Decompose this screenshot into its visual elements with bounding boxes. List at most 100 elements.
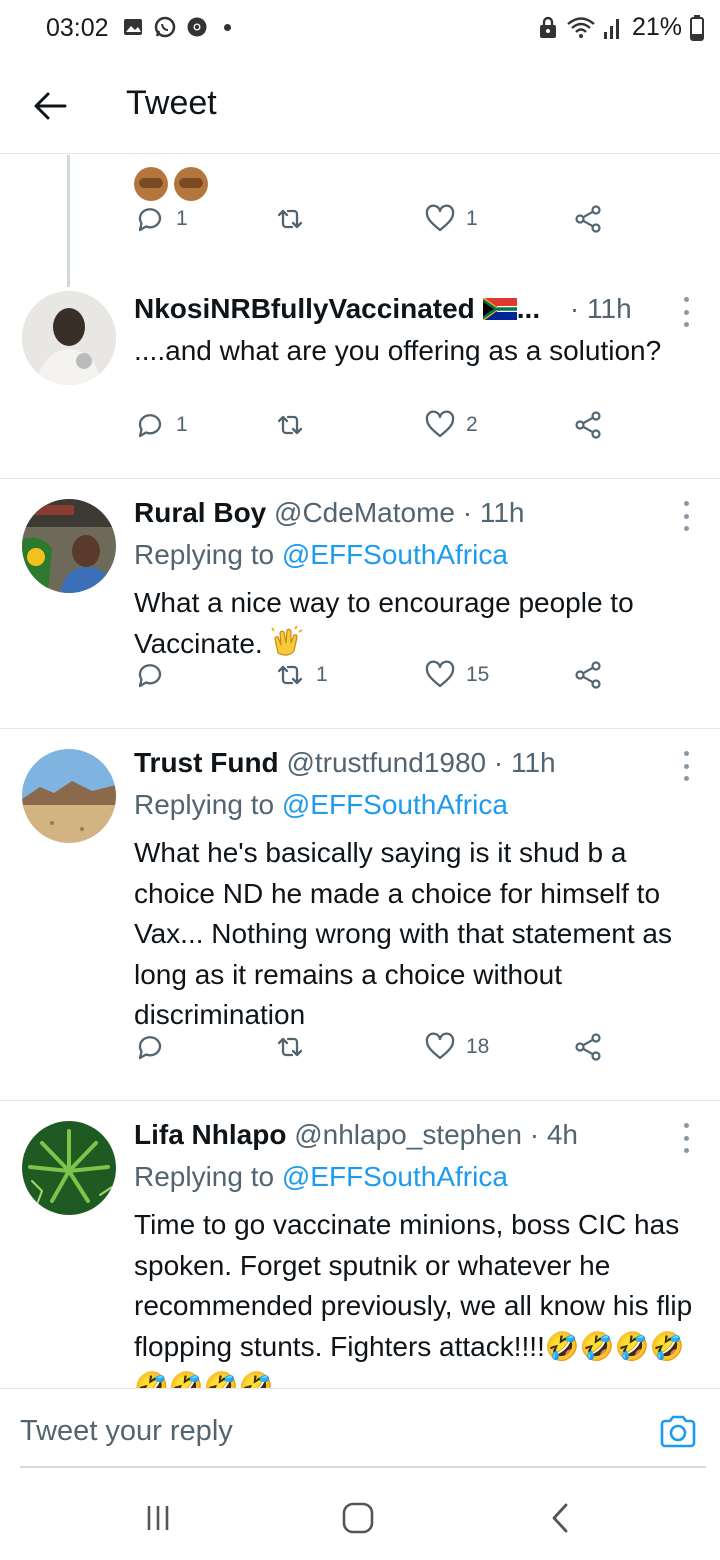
notification-icons <box>122 16 231 38</box>
tweet-header: Lifa Nhlapo @nhlapo_stephen · 4h <box>134 1119 680 1151</box>
gallery-icon <box>124 19 142 35</box>
status-right: 21% <box>538 13 704 42</box>
more-notifications-dot <box>224 23 231 31</box>
more-options-button[interactable] <box>680 1123 692 1153</box>
replying-to-label: Replying to <box>134 1161 282 1192</box>
chrome-icon <box>187 17 207 37</box>
reply-tweet[interactable]: Lifa Nhlapo @nhlapo_stephen · 4h Replyin… <box>0 1101 720 1388</box>
retweet-icon <box>277 665 303 685</box>
tweet-header: Rural Boy @CdeMatome · 11h <box>134 497 680 529</box>
like-button[interactable]: 18 <box>424 1031 489 1063</box>
like-count: 18 <box>466 1035 490 1058</box>
status-bar: 03:02 21% <box>0 0 720 58</box>
retweet-button[interactable] <box>274 409 316 441</box>
replying-to-link[interactable]: @EFFSouthAfrica <box>282 789 508 820</box>
avatar-photo <box>22 749 116 843</box>
display-name[interactable]: NkosiNRBfullyVaccinated <box>134 293 475 324</box>
name-truncation: ... <box>516 293 541 324</box>
reply-button[interactable]: 1 <box>134 409 188 441</box>
heart-icon <box>425 660 455 688</box>
back-nav-button[interactable] <box>540 1498 580 1538</box>
user-avatar[interactable] <box>22 749 116 843</box>
user-handle[interactable]: @CdeMatome <box>274 497 455 528</box>
replying-to-label: Replying to <box>134 539 282 570</box>
user-avatar[interactable] <box>22 1121 116 1215</box>
reply-composer <box>0 1388 720 1468</box>
south-africa-flag-icon <box>482 298 517 320</box>
reply-tweet[interactable]: NkosiNRBfullyVaccinated... · 11h ....and… <box>0 279 720 479</box>
retweet-button[interactable] <box>274 1031 316 1063</box>
tweet-header: Trust Fund @trustfund1980 · 11h <box>134 747 680 779</box>
user-avatar[interactable] <box>22 499 116 593</box>
retweet-button[interactable] <box>274 203 316 235</box>
home-button[interactable] <box>338 1498 378 1538</box>
reply-button[interactable]: 1 <box>134 203 188 235</box>
like-button[interactable]: 15 <box>424 659 489 691</box>
wifi-signal-icon <box>567 16 619 39</box>
battery-percent: 21% <box>631 13 682 41</box>
retweet-icon <box>277 415 303 435</box>
more-options-button[interactable] <box>680 297 692 327</box>
lock-icon <box>539 16 556 38</box>
replying-to-link[interactable]: @EFFSouthAfrica <box>282 1161 508 1192</box>
tweet-time: · 11h <box>493 747 556 778</box>
share-button[interactable] <box>572 1031 604 1063</box>
reply-tweet[interactable]: Trust Fund @trustfund1980 · 11h Replying… <box>0 729 720 1101</box>
user-avatar[interactable] <box>22 291 116 385</box>
retweet-button[interactable]: 1 <box>274 659 328 691</box>
replying-to: Replying to @EFFSouthAfrica <box>134 789 508 821</box>
display-name[interactable]: Rural Boy <box>134 497 266 528</box>
avatar-photo <box>22 291 116 385</box>
like-button[interactable]: 1 <box>424 203 478 235</box>
user-handle[interactable]: @nhlapo_stephen <box>294 1119 522 1150</box>
reply-icon <box>138 1036 162 1060</box>
recent-apps-button[interactable] <box>138 1498 178 1538</box>
reply-button[interactable] <box>134 1031 176 1063</box>
reply-count: 1 <box>176 413 188 436</box>
tweet-header: NkosiNRBfullyVaccinated... · 11h <box>134 293 680 325</box>
like-count: 1 <box>466 207 478 230</box>
share-icon <box>575 411 601 439</box>
see-no-evil-monkey-icon <box>134 167 168 201</box>
chevron-left-icon <box>552 1503 568 1533</box>
reply-icon <box>138 664 162 688</box>
thread-line <box>67 155 70 287</box>
reply-input[interactable] <box>20 1415 580 1448</box>
tweet-time: · 11h <box>462 497 525 528</box>
display-name[interactable]: Trust Fund <box>134 747 279 778</box>
tweet-text: What a nice way to encourage people to V… <box>134 583 694 664</box>
reply-icon <box>138 414 162 438</box>
back-button[interactable] <box>28 84 72 128</box>
user-handle[interactable]: @trustfund1980 <box>286 747 486 778</box>
share-button[interactable] <box>572 203 604 235</box>
more-options-button[interactable] <box>680 501 692 531</box>
whatsapp-icon <box>154 16 176 38</box>
page-title: Tweet <box>126 84 217 122</box>
reply-tweet[interactable]: Rural Boy @CdeMatome · 11h Replying to @… <box>0 479 720 729</box>
replying-to-link[interactable]: @EFFSouthAfrica <box>282 539 508 570</box>
reply-input-underline <box>20 1466 706 1468</box>
avatar-photo <box>22 499 116 593</box>
retweet-icon <box>277 1037 303 1057</box>
camera-icon <box>660 1415 696 1448</box>
reply-feed[interactable]: 1 1 NkosiNRBfullyVaccinated... · 11h ...… <box>0 155 720 1388</box>
see-no-evil-monkey-icon <box>174 167 208 201</box>
reply-button[interactable] <box>134 659 176 691</box>
tweet-text: Time to go vaccinate minions, boss CIC h… <box>134 1205 694 1388</box>
share-button[interactable] <box>572 659 604 691</box>
camera-button[interactable] <box>658 1411 698 1451</box>
share-icon <box>575 205 601 233</box>
status-time: 03:02 <box>46 14 109 42</box>
more-options-button[interactable] <box>680 751 692 781</box>
display-name[interactable]: Lifa Nhlapo <box>134 1119 286 1150</box>
share-button[interactable] <box>572 409 604 441</box>
like-button[interactable]: 2 <box>424 409 478 441</box>
header: Tweet <box>0 58 720 154</box>
clapping-hands-icon <box>270 625 304 659</box>
system-navigation-bar <box>0 1470 720 1560</box>
share-icon <box>575 661 601 689</box>
retweet-icon <box>277 209 303 229</box>
tweet-text-content: What a nice way to encourage people to V… <box>134 587 634 659</box>
reply-count: 1 <box>176 207 188 230</box>
tweet-text: ....and what are you offering as a solut… <box>134 335 662 366</box>
